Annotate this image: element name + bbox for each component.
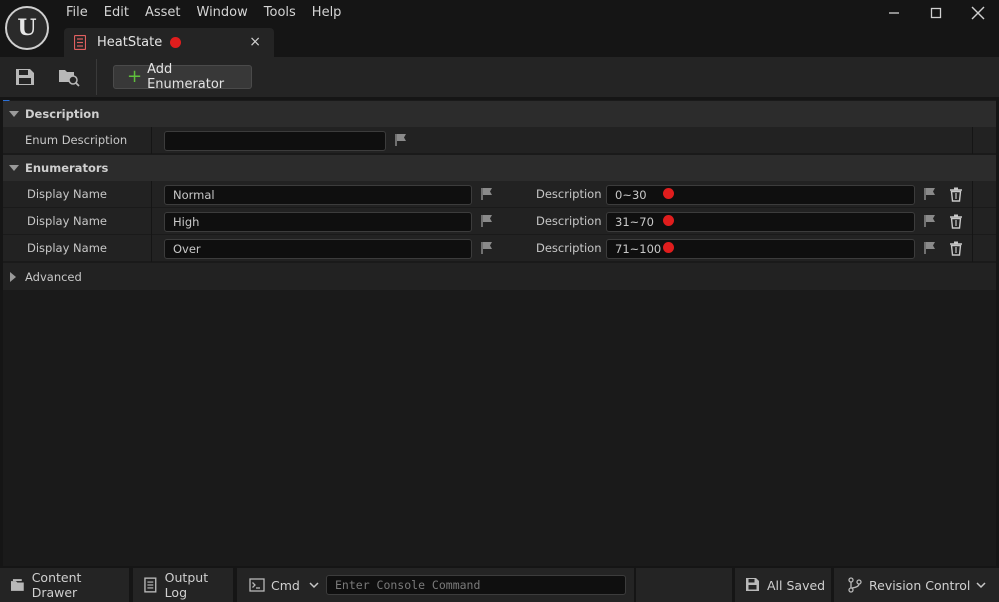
description-label: Description bbox=[536, 214, 602, 228]
save-icon[interactable] bbox=[14, 67, 36, 87]
flag-icon[interactable] bbox=[923, 241, 937, 255]
chevron-down-icon bbox=[976, 582, 986, 589]
tab-close-icon[interactable]: × bbox=[249, 34, 261, 50]
terminal-icon bbox=[249, 578, 265, 592]
menu-window[interactable]: Window bbox=[189, 0, 256, 26]
menu-bar: File Edit Asset Window Tools Help bbox=[58, 0, 349, 26]
collapsed-arrow-icon bbox=[10, 271, 16, 282]
all-saved-button[interactable]: All Saved bbox=[735, 568, 831, 602]
close-window-button[interactable] bbox=[957, 0, 999, 26]
status-bar: Content Drawer Output Log Cmd Enter Cons… bbox=[0, 568, 999, 602]
plus-icon: + bbox=[127, 66, 143, 87]
display-name-field[interactable]: Over bbox=[164, 239, 472, 259]
minimize-button[interactable] bbox=[873, 0, 915, 26]
description-label: Description bbox=[536, 241, 602, 255]
category-description[interactable]: Description bbox=[3, 101, 996, 127]
flag-icon[interactable] bbox=[480, 187, 494, 201]
delete-icon[interactable] bbox=[949, 214, 963, 229]
output-log-label: Output Log bbox=[164, 570, 209, 600]
output-log-icon bbox=[144, 577, 157, 593]
maximize-button[interactable] bbox=[915, 0, 957, 26]
tab-label: HeatState bbox=[97, 35, 163, 50]
column-divider bbox=[151, 208, 152, 235]
menu-file[interactable]: File bbox=[58, 0, 96, 26]
chevron-down-icon bbox=[309, 582, 319, 589]
description-field[interactable]: 0~30 bbox=[606, 185, 915, 205]
category-enumerators[interactable]: Enumerators bbox=[3, 155, 996, 181]
category-label: Enumerators bbox=[25, 161, 109, 175]
flag-icon[interactable] bbox=[480, 214, 494, 228]
flag-icon[interactable] bbox=[923, 214, 937, 228]
add-enumerator-label: Add Enumerator bbox=[147, 62, 225, 92]
category-advanced[interactable]: Advanced bbox=[3, 263, 996, 290]
content-drawer-label: Content Drawer bbox=[31, 570, 82, 600]
description-field[interactable]: 71~100 bbox=[606, 239, 915, 259]
column-divider bbox=[151, 181, 152, 208]
display-name-field[interactable]: Normal bbox=[164, 185, 472, 205]
column-divider bbox=[972, 181, 973, 208]
enum-description-row: Enum Description bbox=[3, 127, 996, 154]
flag-icon[interactable] bbox=[394, 133, 408, 147]
content-drawer-button[interactable]: Content Drawer bbox=[0, 568, 129, 602]
tab-heatstate[interactable]: HeatState × bbox=[64, 28, 274, 57]
menu-edit[interactable]: Edit bbox=[96, 0, 137, 26]
enumerator-row: Display Name Over Description 71~100 bbox=[3, 235, 996, 262]
display-name-label: Display Name bbox=[27, 241, 107, 255]
column-divider bbox=[972, 208, 973, 235]
flag-icon[interactable] bbox=[923, 187, 937, 201]
description-label: Description bbox=[536, 187, 602, 201]
expand-arrow-icon bbox=[9, 165, 19, 171]
enumerator-row: Display Name High Description 31~70 bbox=[3, 208, 996, 235]
revision-control-label: Revision Control bbox=[869, 577, 971, 593]
menu-help[interactable]: Help bbox=[304, 0, 350, 26]
menu-asset[interactable]: Asset bbox=[137, 0, 189, 26]
description-field[interactable]: 31~70 bbox=[606, 212, 915, 232]
column-divider bbox=[151, 127, 152, 154]
category-label: Advanced bbox=[25, 269, 82, 284]
output-log-button[interactable]: Output Log bbox=[133, 568, 233, 602]
enum-description-field[interactable] bbox=[164, 131, 386, 151]
display-name-field[interactable]: High bbox=[164, 212, 472, 232]
branch-icon bbox=[848, 577, 862, 593]
title-bar: U File Edit Asset Window Tools Help Heat… bbox=[0, 0, 999, 57]
save-all-icon bbox=[746, 578, 759, 591]
content-drawer-icon bbox=[10, 579, 24, 591]
window-controls bbox=[873, 0, 999, 26]
cmd-dropdown[interactable]: Cmd bbox=[237, 568, 321, 602]
menu-tools[interactable]: Tools bbox=[256, 0, 304, 26]
enumerator-row: Display Name Normal Description 0~30 bbox=[3, 181, 996, 208]
flag-icon[interactable] bbox=[480, 241, 494, 255]
modified-indicator bbox=[663, 242, 674, 253]
close-icon bbox=[971, 6, 985, 20]
all-saved-label: All Saved bbox=[767, 577, 826, 593]
revision-control-dropdown[interactable]: Revision Control bbox=[834, 568, 999, 602]
minimize-icon bbox=[889, 12, 899, 14]
status-spacer bbox=[636, 568, 732, 602]
delete-icon[interactable] bbox=[949, 187, 963, 202]
column-divider bbox=[151, 235, 152, 262]
column-divider bbox=[972, 235, 973, 262]
enum-description-label: Enum Description bbox=[25, 133, 128, 147]
toolbar-separator bbox=[96, 59, 97, 95]
modified-indicator bbox=[663, 215, 674, 226]
browse-asset-icon[interactable] bbox=[58, 67, 80, 87]
expand-arrow-icon bbox=[9, 111, 19, 117]
unreal-logo-icon[interactable]: U bbox=[5, 6, 49, 50]
enum-asset-icon bbox=[74, 35, 86, 50]
toolbar: + Add Enumerator bbox=[0, 57, 999, 97]
delete-icon[interactable] bbox=[949, 241, 963, 256]
cmd-label: Cmd bbox=[271, 577, 300, 593]
display-name-label: Display Name bbox=[27, 214, 107, 228]
modified-indicator bbox=[663, 188, 674, 199]
display-name-label: Display Name bbox=[27, 187, 107, 201]
maximize-icon bbox=[930, 7, 942, 19]
console-command-input[interactable]: Enter Console Command bbox=[326, 575, 626, 595]
category-label: Description bbox=[25, 107, 100, 121]
column-divider bbox=[972, 127, 973, 154]
add-enumerator-button[interactable]: + Add Enumerator bbox=[113, 62, 252, 92]
unsaved-indicator bbox=[170, 37, 182, 48]
